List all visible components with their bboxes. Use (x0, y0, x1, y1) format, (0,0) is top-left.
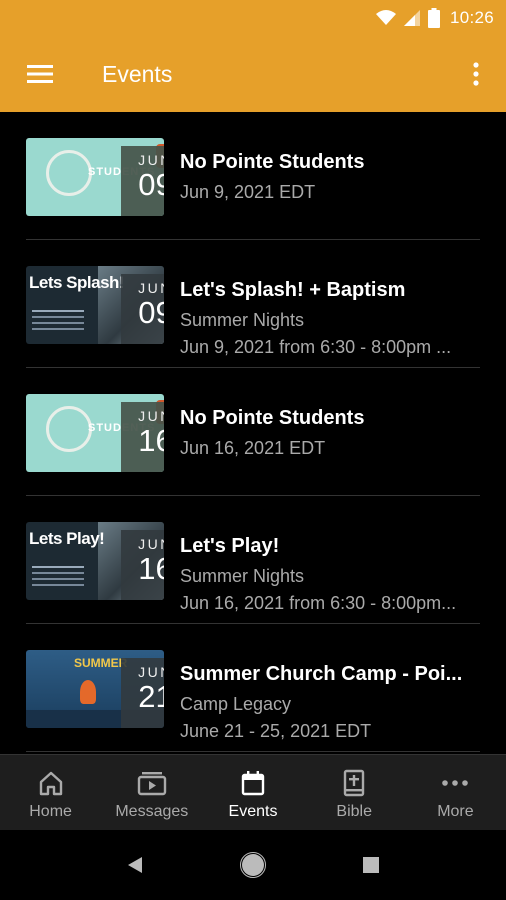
date-badge: JUN 21 (121, 658, 164, 728)
back-button[interactable] (115, 845, 155, 885)
system-nav-bar (0, 830, 506, 900)
square-icon (363, 857, 379, 873)
event-title: Let's Splash! + Baptism (180, 279, 406, 301)
nav-home[interactable]: Home (0, 755, 101, 831)
event-row[interactable]: SUMMER JUN 21 Summer Church Camp - Poi..… (0, 624, 506, 752)
signal-icon (403, 10, 420, 26)
date-badge: JUN 16 (121, 530, 164, 600)
nav-label: Bible (336, 803, 372, 820)
thumbnail-text: Lets Splash! (29, 273, 125, 292)
event-datetime: Jun 9, 2021 from 6:30 - 8:00pm ... (180, 337, 452, 357)
event-subtitle: Camp Legacy (180, 694, 292, 714)
status-bar: 10:26 (0, 0, 506, 36)
back-icon (128, 857, 142, 873)
status-time: 10:26 (449, 8, 494, 27)
campfire-shape (80, 680, 96, 704)
event-title: No Pointe Students (180, 151, 365, 173)
more-vert-icon (473, 62, 479, 86)
logo-shape (46, 150, 92, 196)
event-thumbnail: Lets Play! JUN 16 (26, 522, 164, 600)
nav-label: Messages (115, 803, 189, 820)
nav-events[interactable]: Events (202, 755, 303, 831)
event-datetime: June 21 - 25, 2021 EDT (180, 721, 372, 741)
date-day: 16 (138, 423, 164, 458)
date-month: JUN (138, 408, 164, 424)
event-row[interactable]: Lets Splash! JUN 09 Let's Splash! + Bapt… (0, 240, 506, 368)
battery-icon (427, 8, 440, 28)
hamburger-icon (27, 65, 53, 83)
date-day: 09 (138, 167, 164, 202)
nav-label: Events (228, 803, 278, 820)
date-month: JUN (138, 152, 164, 168)
menu-button[interactable] (0, 36, 80, 112)
overflow-menu-button[interactable] (446, 36, 506, 112)
recents-button[interactable] (351, 845, 391, 885)
event-thumbnail: Lets Splash! JUN 09 (26, 266, 164, 344)
date-month: JUN (138, 280, 164, 296)
thumbnail-lines (32, 566, 84, 568)
event-thumbnail: STUDENTS JUN 16 (26, 394, 164, 472)
event-list[interactable]: STUDENTS JUN 09 No Pointe Students Jun 9… (0, 112, 506, 754)
date-day: 21 (138, 679, 164, 714)
more-icon (442, 780, 469, 786)
event-thumbnail: STUDENTS JUN 09 (26, 138, 164, 216)
date-month: JUN (138, 664, 164, 680)
date-day: 16 (138, 551, 164, 586)
event-row[interactable]: STUDENTS JUN 09 No Pointe Students Jun 9… (0, 112, 506, 240)
event-title: Let's Play! (180, 535, 280, 557)
nav-messages[interactable]: Messages (101, 755, 202, 831)
event-title: No Pointe Students (180, 407, 365, 429)
circle-home-icon (240, 852, 266, 878)
thumbnail-lines (32, 310, 84, 312)
bottom-nav: Home Messages Events Bible More (0, 754, 506, 831)
date-badge: JUN 16 (121, 402, 164, 472)
event-datetime: Jun 16, 2021 from 6:30 - 8:00pm... (180, 593, 457, 613)
event-subtitle: Summer Nights (180, 566, 305, 586)
app-bar: Events (0, 36, 506, 112)
nav-label: Home (29, 803, 72, 820)
event-thumbnail: SUMMER JUN 21 (26, 650, 164, 728)
bible-icon (344, 769, 365, 797)
play-icon (137, 772, 166, 796)
event-subtitle: Jun 9, 2021 EDT (180, 182, 316, 202)
thumbnail-text: Lets Play! (29, 529, 105, 548)
divider (26, 751, 480, 752)
event-row[interactable]: Lets Play! JUN 16 Let's Play! Summer Nig… (0, 496, 506, 624)
nav-bible[interactable]: Bible (304, 755, 405, 831)
logo-shape (46, 406, 92, 452)
nav-more[interactable]: More (405, 755, 506, 831)
page-title: Events (102, 60, 173, 87)
date-badge: JUN 09 (121, 274, 164, 344)
date-month: JUN (138, 536, 164, 552)
home-icon (39, 771, 62, 796)
event-title: Summer Church Camp - Poi... (180, 663, 463, 685)
thumbnail-text: SUMMER (74, 656, 128, 670)
wifi-icon (375, 10, 396, 26)
calendar-icon (241, 771, 265, 796)
event-row[interactable]: STUDENTS JUN 16 No Pointe Students Jun 1… (0, 368, 506, 496)
nav-label: More (437, 803, 474, 820)
date-day: 09 (138, 295, 164, 330)
event-subtitle: Summer Nights (180, 310, 305, 330)
home-button[interactable] (233, 845, 273, 885)
date-badge: JUN 09 (121, 146, 164, 216)
event-subtitle: Jun 16, 2021 EDT (180, 438, 326, 458)
